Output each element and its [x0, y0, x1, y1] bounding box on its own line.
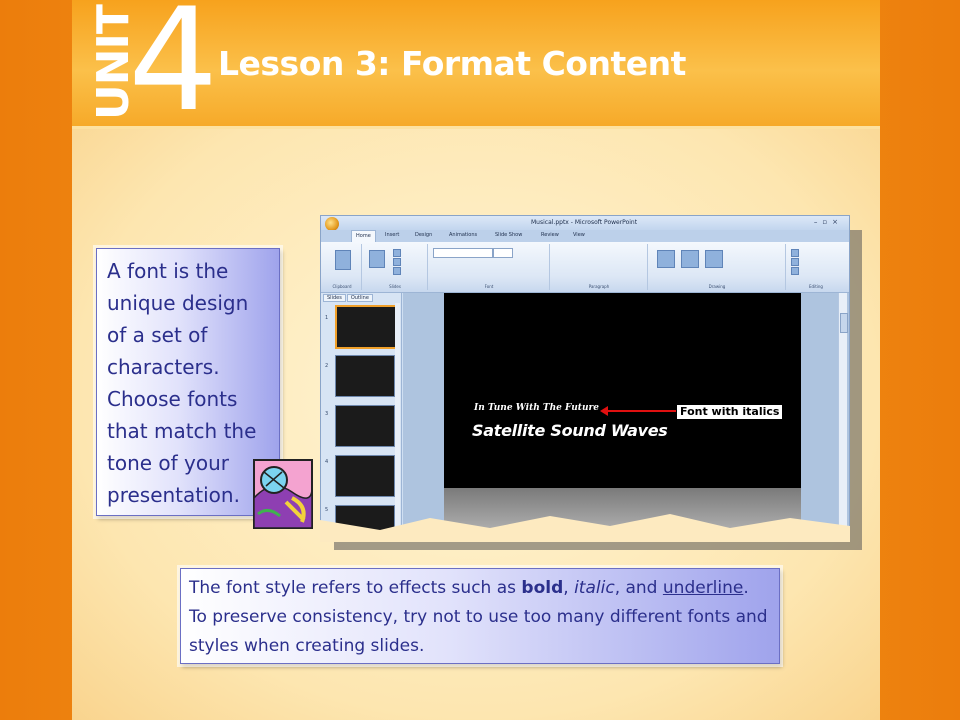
satellite-artwork	[253, 459, 313, 529]
slide-thumbnail	[335, 455, 395, 497]
office-button-icon	[325, 217, 339, 231]
ribbon-label-editing: Editing	[809, 284, 823, 289]
select-icon	[791, 267, 799, 275]
ribbon-group-slides: Slides	[363, 244, 428, 290]
slide-thumbnail	[335, 405, 395, 447]
thumb-number: 2	[325, 363, 329, 369]
ribbon-group-editing: Editing	[787, 244, 845, 290]
window-controls-icon: –▫×	[813, 218, 843, 226]
tab-home: Home	[351, 230, 376, 242]
ppt-ribbon-tabs: Home Insert Design Animations Slide Show…	[321, 230, 849, 242]
tab-design: Design	[415, 232, 433, 238]
separator: ,	[563, 578, 575, 598]
thumb-number: 4	[325, 459, 329, 465]
style-text: The font style refers to effects such as	[189, 578, 522, 598]
paste-icon	[335, 250, 351, 270]
torn-edge	[320, 514, 850, 542]
unit-number: 4	[128, 0, 219, 143]
tab-slide-show: Slide Show	[495, 232, 523, 238]
thumb-number: 1	[325, 315, 329, 321]
find-icon	[791, 249, 799, 257]
ribbon-label-slides: Slides	[389, 284, 401, 289]
slide-editor: In Tune With The Future Satellite Sound …	[403, 293, 849, 538]
ribbon-group-drawing: Drawing	[649, 244, 786, 290]
separator: , and	[614, 578, 663, 598]
bold-word: bold	[521, 578, 564, 598]
ppt-title-bar: Musical.pptx - Microsoft PowerPoint –▫×	[321, 216, 849, 231]
ppt-ribbon: Clipboard Slides Font Paragraph Drawing …	[321, 242, 849, 293]
editor-scrollbar	[838, 293, 848, 538]
callout-arrow	[606, 410, 676, 412]
ribbon-group-paragraph: Paragraph	[551, 244, 648, 290]
quick-styles-icon	[705, 250, 723, 268]
definition-text: A font is the unique design of a set of …	[107, 259, 257, 507]
ribbon-label-paragraph: Paragraph	[588, 284, 610, 289]
arrange-icon	[681, 250, 699, 268]
callout-label: Font with italics	[676, 404, 784, 420]
shapes-icon	[657, 250, 675, 268]
italic-word: italic	[574, 578, 615, 598]
tab-insert: Insert	[385, 232, 400, 238]
tab-review: Review	[541, 232, 559, 238]
panel-tab-slides: Slides	[323, 294, 346, 302]
slide-thumbnail	[335, 305, 397, 349]
slides-panel: Slides Outline 1 2 3 4 5	[321, 293, 402, 538]
slide-subtitle: In Tune With The Future	[474, 403, 599, 413]
scrollbar-thumb	[840, 313, 848, 333]
panel-tabs: Slides Outline	[323, 294, 374, 302]
tab-animations: Animations	[449, 232, 478, 238]
font-size-box	[493, 248, 513, 258]
powerpoint-screenshot: Musical.pptx - Microsoft PowerPoint –▫× …	[320, 215, 850, 539]
slide-canvas: In Tune With The Future Satellite Sound …	[444, 293, 801, 538]
new-slide-icon	[369, 250, 385, 268]
panel-scrollbar	[395, 303, 400, 533]
replace-icon	[791, 258, 799, 266]
ppt-window-title: Musical.pptx - Microsoft PowerPoint	[531, 219, 638, 226]
ribbon-label-font: Font	[484, 284, 494, 289]
ribbon-group-clipboard: Clipboard	[323, 244, 362, 290]
arrow-head-icon	[600, 406, 608, 416]
reset-icon	[393, 258, 401, 266]
layout-icon	[393, 249, 401, 257]
thumb-number: 3	[325, 411, 329, 417]
slide-thumbnail	[335, 355, 395, 397]
tab-view: View	[573, 232, 585, 238]
slide-title: Satellite Sound Waves	[472, 421, 668, 440]
ribbon-label-drawing: Drawing	[708, 284, 726, 289]
font-name-box	[433, 248, 493, 258]
panel-tab-outline: Outline	[346, 294, 373, 302]
underline-word: underline	[662, 578, 744, 598]
ribbon-label-clipboard: Clipboard	[332, 284, 352, 289]
delete-icon	[393, 267, 401, 275]
font-style-callout: The font style refers to effects such as…	[180, 568, 780, 664]
lesson-title: Lesson 3: Format Content	[218, 44, 686, 83]
